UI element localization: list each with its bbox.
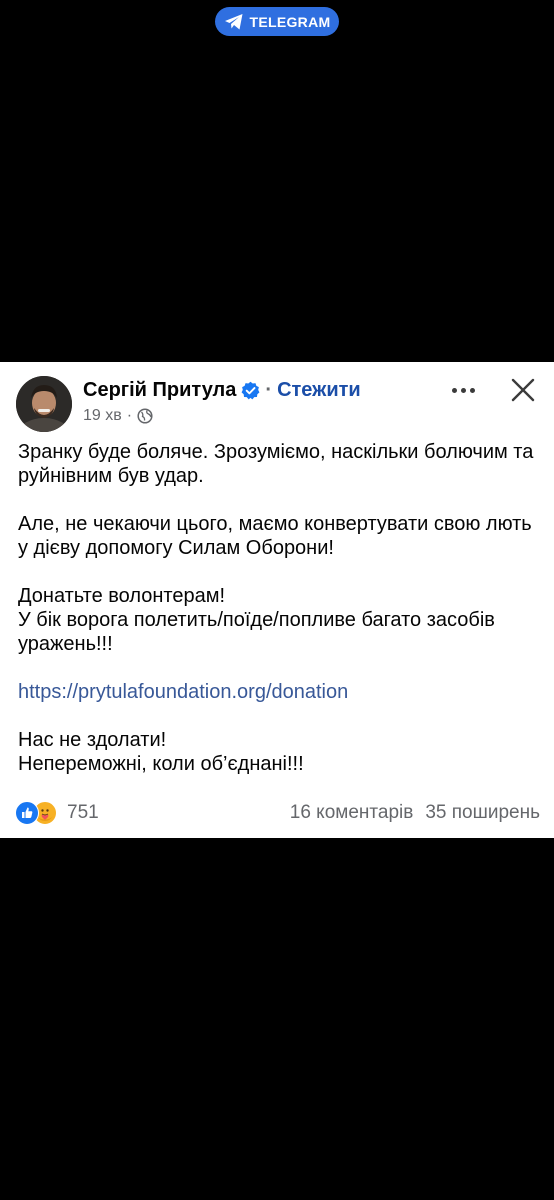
screen: TELEGRAM Сергій Притула · Стежити 19 хв … [0, 0, 554, 1200]
reaction-icons[interactable] [15, 801, 63, 825]
comments-count[interactable]: 16 коментарів [290, 802, 414, 824]
post-line: Донатьте волонтерам! [18, 585, 226, 607]
globe-icon [137, 408, 153, 424]
more-icon[interactable] [446, 378, 480, 402]
verified-badge-icon [241, 381, 260, 400]
post-paragraph: Донатьте волонтерам! У бік ворога полети… [18, 584, 543, 656]
post-line: Непереможні, коли об’єднані!!! [18, 753, 304, 775]
close-icon[interactable] [508, 376, 538, 404]
post-line: У бік ворога полетить/поїде/попливе бага… [18, 609, 495, 655]
post-time[interactable]: 19 хв [83, 407, 122, 425]
avatar[interactable] [16, 376, 72, 432]
donation-link[interactable]: https://prytulafoundation.org/donation [18, 681, 348, 703]
post-body: Зранку буде боляче. Зрозуміємо, наскільк… [18, 440, 543, 776]
reaction-count[interactable]: 751 [67, 802, 99, 824]
telegram-label: TELEGRAM [249, 13, 331, 30]
post-paragraph: https://prytulafoundation.org/donation [18, 680, 543, 704]
telegram-badge[interactable]: TELEGRAM [215, 7, 339, 36]
post-stats: 16 коментарів 35 поширень [290, 802, 540, 824]
follow-button[interactable]: Стежити [277, 379, 361, 402]
author-name[interactable]: Сергій Притула [83, 379, 236, 402]
reactions-row: 751 16 коментарів 35 поширень [15, 800, 540, 826]
post-paragraph: Нас не здолати! Непереможні, коли об’єдн… [18, 728, 543, 776]
telegram-plane-icon [224, 13, 244, 31]
post-line: Нас не здолати! [18, 729, 167, 751]
author-row: Сергій Притула · Стежити [83, 379, 361, 402]
like-reaction-icon [15, 801, 39, 825]
meta-separator: · [126, 407, 133, 424]
post-meta: 19 хв · [83, 407, 153, 425]
shares-count[interactable]: 35 поширень [425, 802, 540, 824]
facebook-post-card: Сергій Притула · Стежити 19 хв · Зранку … [0, 362, 554, 838]
separator: · [265, 379, 273, 401]
post-paragraph: Зранку буде боляче. Зрозуміємо, наскільк… [18, 441, 534, 487]
post-paragraph: Але, не чекаючи цього, маємо конвертуват… [18, 513, 532, 559]
